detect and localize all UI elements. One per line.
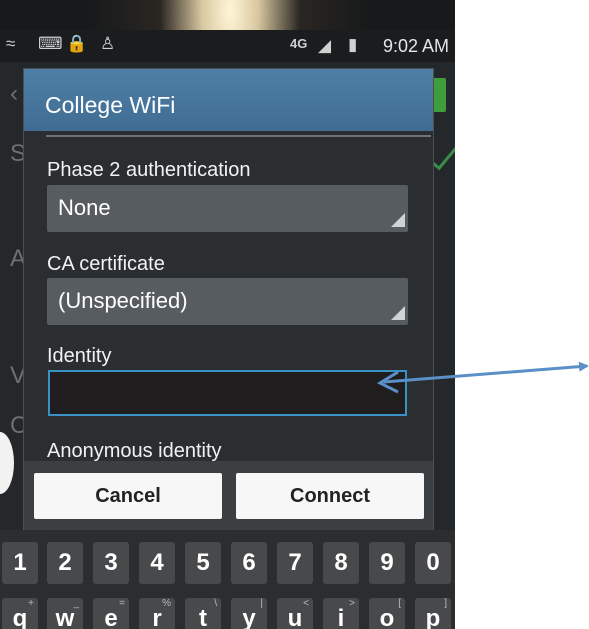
ca-certificate-label: CA certificate: [47, 253, 165, 275]
key-q-label: q: [12, 605, 28, 629]
identity-label: Identity: [47, 345, 112, 367]
anonymous-identity-label: Anonymous identity: [47, 440, 222, 461]
dialog-header: College WiFi: [24, 69, 433, 131]
background-toggle: [432, 78, 446, 112]
signal-icon: ◢: [318, 36, 332, 55]
key-w-secondary: _: [73, 598, 79, 609]
key-y[interactable]: y |: [231, 598, 267, 629]
key-7[interactable]: 7: [277, 542, 313, 584]
battery-icon: ▮: [348, 35, 358, 54]
key-w[interactable]: w _: [47, 598, 83, 629]
phase2-auth-dropdown[interactable]: None: [47, 185, 408, 232]
key-e-label: e: [104, 605, 118, 629]
key-t[interactable]: t \: [185, 598, 221, 629]
network-type-label: 4G: [290, 36, 308, 51]
connect-button[interactable]: Connect: [236, 473, 424, 519]
key-q[interactable]: q +: [2, 598, 38, 629]
usb-icon: ♙: [100, 34, 116, 53]
key-0[interactable]: 0: [415, 542, 451, 584]
key-3[interactable]: 3: [93, 542, 129, 584]
key-5[interactable]: 5: [185, 542, 221, 584]
phase2-auth-label: Phase 2 authentication: [47, 159, 251, 181]
dropdown-arrow-icon: [391, 306, 405, 320]
key-o-label: o: [379, 605, 395, 629]
phone-screen-photo: ≈ ⌨ 🔒 ♙ 4G ◢ ▮ 9:02 AM ‹ S A V C College…: [0, 0, 455, 629]
key-r-label: r: [152, 605, 162, 629]
divider: [46, 135, 431, 137]
key-y-label: y: [242, 605, 256, 629]
key-r[interactable]: r%: [139, 598, 175, 629]
ca-certificate-value: (Unspecified): [58, 288, 188, 313]
key-o-secondary: [: [398, 598, 401, 609]
ca-certificate-dropdown[interactable]: (Unspecified): [47, 278, 408, 325]
wifi-dialog: College WiFi Phase 2 authentication None…: [23, 68, 434, 532]
status-bar: ≈ ⌨ 🔒 ♙ 4G ◢ ▮ 9:02 AM: [0, 30, 455, 62]
key-2[interactable]: 2: [47, 542, 83, 584]
status-time: 9:02 AM: [382, 36, 449, 56]
dropdown-arrow-icon: [391, 213, 405, 227]
key-u-secondary: <: [303, 598, 309, 609]
key-u[interactable]: u <: [277, 598, 313, 629]
keyboard-icon: ⌨: [38, 34, 63, 53]
key-u-label: u: [287, 605, 303, 629]
background-back-chevron-icon: ‹: [10, 80, 18, 107]
key-i-secondary: >: [349, 598, 355, 609]
key-i-label: i: [337, 605, 345, 629]
key-6[interactable]: 6: [231, 542, 267, 584]
key-p[interactable]: p]: [415, 598, 451, 629]
dialog-button-bar: Cancel Connect: [24, 461, 433, 531]
phase2-auth-value: None: [58, 195, 111, 220]
key-t-label: t: [199, 605, 207, 629]
key-4[interactable]: 4: [139, 542, 175, 584]
on-screen-keyboard: 1 2 3 4 5 6 7 8 9 0 q + w _ e = r% t \ y | u <…: [0, 530, 455, 629]
key-t-secondary: \: [214, 598, 217, 609]
key-9[interactable]: 9: [369, 542, 405, 584]
dialog-title: College WiFi: [45, 92, 176, 118]
key-y-secondary: |: [260, 598, 263, 609]
key-r-secondary: %: [162, 598, 171, 609]
key-w-label: w: [55, 605, 75, 629]
cancel-button[interactable]: Cancel: [34, 473, 222, 519]
key-o[interactable]: o[: [369, 598, 405, 629]
wifi-icon: ≈: [6, 34, 16, 53]
key-p-secondary: ]: [444, 598, 447, 609]
key-8[interactable]: 8: [323, 542, 359, 584]
key-q-secondary: +: [28, 598, 34, 609]
key-i[interactable]: i >: [323, 598, 359, 629]
lock-warning-icon: 🔒: [66, 34, 88, 53]
dialog-scroll-area[interactable]: Phase 2 authentication None CA certifica…: [24, 131, 433, 461]
key-p-label: p: [425, 605, 441, 629]
key-1[interactable]: 1: [2, 542, 38, 584]
key-e[interactable]: e =: [93, 598, 129, 629]
identity-input[interactable]: [48, 370, 407, 416]
key-e-secondary: =: [119, 598, 125, 609]
